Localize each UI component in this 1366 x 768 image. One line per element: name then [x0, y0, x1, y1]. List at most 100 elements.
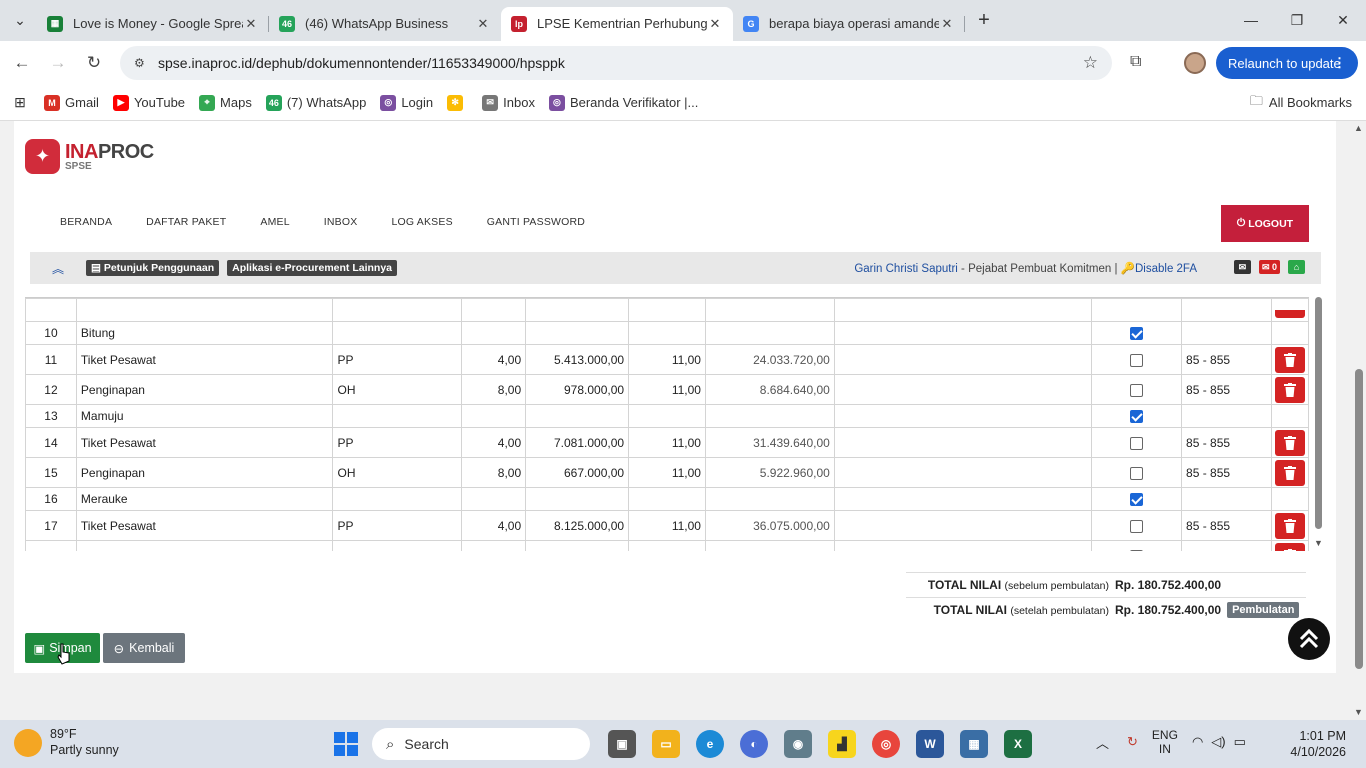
browser-tab[interactable]: lp LPSE Kementrian Perhubungan ✕: [501, 6, 733, 41]
maximize-icon[interactable]: ❐: [1274, 12, 1320, 29]
taskbar-search[interactable]: ⌕ Search: [372, 728, 590, 760]
page-scroll-thumb[interactable]: [1355, 369, 1363, 669]
item-name[interactable]: Tiket Pesawat: [75, 510, 334, 541]
group-checkbox[interactable]: [1130, 353, 1144, 367]
group-checkbox[interactable]: [1130, 410, 1144, 424]
item-account[interactable]: [1181, 487, 1272, 511]
item-unit[interactable]: PP: [332, 510, 463, 541]
item-account[interactable]: 85 - 855: [1181, 510, 1272, 541]
item-account[interactable]: 85 - 855: [1181, 457, 1272, 488]
disable-2fa-link[interactable]: 🔑Disable 2FA: [1121, 263, 1197, 275]
inbox-icon[interactable]: ⌂: [1288, 260, 1305, 274]
browser-tab[interactable]: Gberapa biaya operasi amandel - ✕: [733, 7, 965, 41]
item-volume[interactable]: 8,00: [461, 457, 527, 488]
item-account[interactable]: 85 - 855: [1181, 427, 1272, 458]
browser-tab[interactable]: 46 (46) WhatsApp Business ✕: [269, 7, 501, 41]
item-price[interactable]: 978.000,00: [525, 374, 630, 405]
app-icon[interactable]: ◐: [740, 730, 768, 758]
item-volume[interactable]: [461, 487, 527, 511]
envelope-icon[interactable]: ✉: [1233, 260, 1251, 274]
close-tab-icon[interactable]: ✕: [707, 16, 723, 32]
item-unit[interactable]: OH: [332, 457, 463, 488]
group-checkbox[interactable]: [1130, 493, 1144, 507]
forward-arrow-icon[interactable]: →: [40, 53, 76, 73]
reload-icon[interactable]: ↻: [76, 53, 112, 73]
item-tax[interactable]: [628, 321, 706, 345]
bookmark-star-icon[interactable]: ☆: [1083, 53, 1098, 73]
nav-item-daftar-paket[interactable]: DAFTAR PAKET: [146, 216, 226, 228]
group-checkbox[interactable]: [1130, 327, 1144, 341]
item-name[interactable]: Tiket Pesawat: [75, 344, 334, 375]
item-volume[interactable]: 8,00: [461, 540, 527, 551]
inaproc-logo[interactable]: ✦ INAPROC SPSE: [25, 139, 154, 174]
user-name-link[interactable]: Garin Christi Saputri: [854, 263, 958, 275]
chrome-icon[interactable]: ◎: [872, 730, 900, 758]
battery-icon[interactable]: ▭: [1234, 734, 1246, 750]
item-note[interactable]: [833, 404, 1093, 428]
close-tab-icon[interactable]: ✕: [939, 16, 955, 32]
clock[interactable]: 1:01 PM 4/10/2026: [1290, 728, 1346, 761]
task-view-icon[interactable]: ▣: [608, 730, 636, 758]
collapse-chevron-icon[interactable]: ︽: [30, 260, 86, 277]
browser-tab[interactable]: ▦ Love is Money - Google Spread ✕: [37, 7, 269, 41]
item-note[interactable]: [833, 540, 1093, 551]
item-note[interactable]: [833, 344, 1093, 375]
page-scrollbar[interactable]: ▲ ▼: [1352, 121, 1366, 720]
item-volume[interactable]: 4,00: [461, 427, 527, 458]
item-tax[interactable]: 11,00: [628, 427, 706, 458]
bookmark-item[interactable]: ◎ Login: [380, 94, 433, 111]
item-unit[interactable]: OH: [332, 374, 463, 405]
item-volume[interactable]: 8,00: [461, 374, 527, 405]
item-name[interactable]: Merauke: [75, 487, 334, 511]
item-unit[interactable]: PP: [332, 344, 463, 375]
user-guide-button[interactable]: ▤ Petunjuk Penggunaan: [86, 260, 220, 276]
hps-table-container[interactable]: 10 Bitung 11 Tiket Pesawat PP 4,00 5.413.000,0…: [25, 297, 1309, 551]
table-scrollbar[interactable]: ▼: [1313, 297, 1325, 551]
scroll-to-top-button[interactable]: [1288, 618, 1330, 660]
item-account[interactable]: 85 - 855: [1181, 540, 1272, 551]
table-scroll-thumb[interactable]: [1315, 297, 1322, 529]
start-button[interactable]: [334, 732, 358, 756]
item-volume[interactable]: [461, 321, 527, 345]
close-tab-icon[interactable]: ✕: [475, 16, 491, 32]
item-note[interactable]: [833, 427, 1093, 458]
item-name[interactable]: Bitung: [75, 321, 334, 345]
nav-item-inbox[interactable]: INBOX: [324, 216, 358, 228]
bookmark-item[interactable]: ⌖ Maps: [199, 94, 252, 111]
delete-button[interactable]: [1274, 512, 1305, 539]
item-volume[interactable]: [461, 404, 527, 428]
item-name[interactable]: Penginapan: [75, 374, 334, 405]
nav-item-log-akses[interactable]: LOG AKSES: [391, 216, 452, 228]
weather-widget[interactable]: 89°F Partly sunny: [14, 727, 119, 758]
profile-avatar[interactable]: [1184, 52, 1206, 74]
delete-button[interactable]: [1274, 376, 1305, 403]
item-unit[interactable]: [332, 487, 463, 511]
item-account[interactable]: [1181, 321, 1272, 345]
item-note[interactable]: [833, 510, 1093, 541]
group-checkbox[interactable]: [1130, 519, 1144, 533]
delete-button[interactable]: [1274, 459, 1305, 486]
page-scroll-up-icon[interactable]: ▲: [1354, 123, 1363, 133]
language-indicator[interactable]: ENG IN: [1152, 728, 1178, 757]
scroll-down-arrow-icon[interactable]: ▼: [1314, 538, 1323, 548]
item-unit[interactable]: OH: [332, 540, 463, 551]
item-note[interactable]: [833, 487, 1093, 511]
bookmark-item[interactable]: ✉ Inbox: [482, 94, 535, 111]
nav-item-ganti-password[interactable]: GANTI PASSWORD: [487, 216, 585, 228]
item-tax[interactable]: 11,00: [628, 540, 706, 551]
item-price[interactable]: 5.413.000,00: [525, 344, 630, 375]
item-price[interactable]: 667.000,00: [525, 457, 630, 488]
bookmark-item[interactable]: ✻: [447, 94, 468, 111]
apps-grid-icon[interactable]: ⊞: [0, 94, 40, 111]
address-bar[interactable]: ⚙ spse.inaproc.id/dephub/dokumennontende…: [120, 46, 1112, 80]
file-explorer-icon[interactable]: ▭: [652, 730, 680, 758]
calculator-icon[interactable]: ▦: [960, 730, 988, 758]
sync-icon[interactable]: ↻: [1127, 734, 1138, 750]
group-checkbox[interactable]: [1130, 436, 1144, 450]
item-account[interactable]: 85 - 855: [1181, 374, 1272, 405]
back-arrow-icon[interactable]: ←: [4, 53, 40, 73]
item-price[interactable]: 7.081.000,00: [525, 427, 630, 458]
minimize-icon[interactable]: —: [1228, 12, 1274, 29]
item-tax[interactable]: [628, 487, 706, 511]
sticky-notes-icon[interactable]: ▟: [828, 730, 856, 758]
